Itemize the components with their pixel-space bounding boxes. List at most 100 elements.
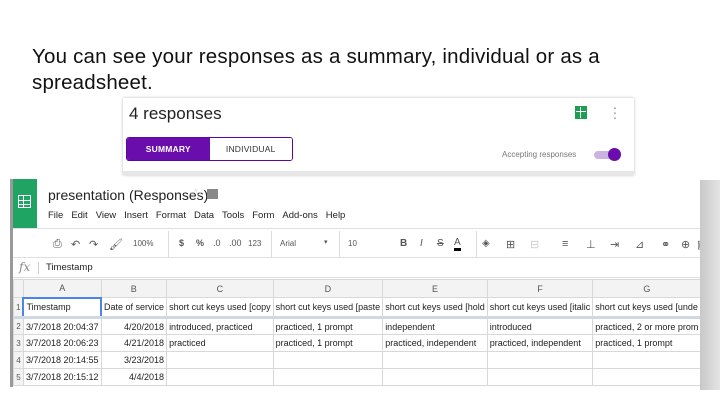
spreadsheet-window: presentation (Responses) ☆ File Edit Vie… xyxy=(10,179,702,387)
formula-value[interactable]: Timestamp xyxy=(46,262,93,273)
menu-insert[interactable]: Insert xyxy=(124,210,148,221)
cell[interactable]: 3/7/2018 20:04:37 xyxy=(22,317,102,335)
text-color-button[interactable]: A xyxy=(454,238,461,251)
document-title[interactable]: presentation (Responses) xyxy=(48,187,208,203)
cell[interactable]: practiced, independent xyxy=(486,334,594,352)
menu-addons[interactable]: Add-ons xyxy=(282,210,317,221)
cell[interactable] xyxy=(592,351,702,369)
menu-tools[interactable]: Tools xyxy=(222,210,244,221)
forms-responses-panel: 4 responses · · · SUMMARY INDIVIDUAL Accep… xyxy=(123,98,634,175)
column-header-f[interactable]: F xyxy=(486,279,594,298)
decrease-decimal-button[interactable]: .0 xyxy=(213,238,221,248)
font-dropdown-icon[interactable]: ▾ xyxy=(324,238,328,246)
font-size-select[interactable]: 10 xyxy=(348,239,357,248)
fx-icon: fx xyxy=(19,260,31,274)
fill-color-icon[interactable]: ◈ xyxy=(482,238,490,249)
column-header-b[interactable]: B xyxy=(100,279,168,298)
menu-edit[interactable]: Edit xyxy=(71,210,87,221)
cell[interactable]: practiced, 1 prompt xyxy=(272,334,384,352)
cell[interactable] xyxy=(166,351,274,369)
cell[interactable]: 3/7/2018 20:06:23 xyxy=(22,334,102,352)
row-number[interactable]: 3 xyxy=(13,334,24,352)
zoom-select[interactable]: 100% xyxy=(133,239,153,248)
italic-button[interactable]: I xyxy=(420,238,423,249)
insert-link-icon[interactable]: ⚭ xyxy=(661,238,670,251)
increase-decimal-button[interactable]: .00 xyxy=(229,238,242,248)
text-rotation-icon[interactable]: ⊿ xyxy=(635,238,644,251)
cell[interactable]: practiced, 1 prompt xyxy=(272,317,384,335)
cell[interactable]: practiced, independent xyxy=(382,334,488,352)
cell[interactable] xyxy=(592,368,702,386)
borders-icon[interactable]: ⊞ xyxy=(506,238,515,251)
percent-button[interactable]: % xyxy=(196,238,204,248)
font-select[interactable]: Arial xyxy=(280,239,296,248)
folder-icon[interactable] xyxy=(207,189,218,199)
column-header-d[interactable]: D xyxy=(272,279,384,298)
column-header-row: A B C D E F G xyxy=(13,279,702,298)
row-number[interactable]: 2 xyxy=(13,317,24,335)
cell[interactable] xyxy=(486,368,594,386)
cell[interactable]: practiced xyxy=(166,334,274,352)
accepting-responses-toggle[interactable] xyxy=(594,148,621,161)
menu-form[interactable]: Form xyxy=(252,210,274,221)
menu-view[interactable]: View xyxy=(96,210,116,221)
cell[interactable]: introduced xyxy=(486,317,594,335)
formula-bar[interactable]: fx Timestamp xyxy=(13,258,702,278)
cell[interactable]: practiced, 2 or more prom xyxy=(592,317,702,335)
horizontal-align-icon[interactable]: ≡ xyxy=(562,238,568,250)
number-format-select[interactable]: 123 xyxy=(248,239,261,248)
sheets-icon[interactable] xyxy=(575,106,587,119)
more-vert-icon[interactable]: · · · xyxy=(612,100,618,124)
cell[interactable] xyxy=(272,368,384,386)
select-all-corner[interactable] xyxy=(13,279,24,298)
menu-bar: File Edit View Insert Format Data Tools … xyxy=(48,210,345,221)
cell[interactable]: 4/4/2018 xyxy=(100,368,168,386)
cell[interactable] xyxy=(272,351,384,369)
menu-file[interactable]: File xyxy=(48,210,63,221)
menu-data[interactable]: Data xyxy=(194,210,214,221)
cell[interactable]: Timestamp xyxy=(22,296,103,319)
row-number[interactable]: 4 xyxy=(13,351,24,369)
column-header-c[interactable]: C xyxy=(166,279,274,298)
cell[interactable]: 4/20/2018 xyxy=(100,317,168,335)
strikethrough-button[interactable]: S xyxy=(437,238,444,249)
cell[interactable] xyxy=(382,351,488,369)
tab-individual[interactable]: INDIVIDUAL xyxy=(209,138,292,160)
cell[interactable]: 4/21/2018 xyxy=(100,334,168,352)
column-header-a[interactable]: A xyxy=(22,279,102,298)
sheets-logo-icon[interactable] xyxy=(13,179,37,228)
star-icon[interactable]: ☆ xyxy=(189,185,202,203)
cell[interactable]: short cut keys used [hold xyxy=(382,297,488,319)
currency-button[interactable]: $ xyxy=(179,238,184,248)
menu-help[interactable]: Help xyxy=(326,210,346,221)
cell[interactable] xyxy=(486,351,594,369)
row-number[interactable]: 5 xyxy=(13,368,24,386)
vertical-align-icon[interactable]: ⊥ xyxy=(586,238,596,251)
text-wrap-icon[interactable]: ⇥ xyxy=(610,238,619,251)
column-header-e[interactable]: E xyxy=(382,279,488,298)
undo-icon[interactable]: ↶ xyxy=(71,238,80,251)
cell[interactable]: independent xyxy=(382,317,488,335)
print-icon[interactable]: ⎙ xyxy=(53,238,62,251)
cell[interactable]: short cut keys used [copy xyxy=(166,297,274,319)
cell[interactable]: 3/7/2018 20:14:55 xyxy=(22,351,102,369)
cell[interactable]: introduced, practiced xyxy=(166,317,274,335)
column-header-g[interactable]: G xyxy=(592,279,702,298)
paint-format-icon[interactable]: 🖌 xyxy=(109,238,123,251)
cell[interactable]: short cut keys used [unde xyxy=(592,297,702,319)
cell[interactable]: 3/7/2018 20:15:12 xyxy=(22,368,102,386)
cell[interactable] xyxy=(166,368,274,386)
redo-icon[interactable]: ↷ xyxy=(89,238,98,251)
cell[interactable]: short cut keys used [paste xyxy=(272,297,384,319)
merge-cells-icon[interactable]: ⊟ xyxy=(530,238,539,251)
bold-button[interactable]: B xyxy=(400,238,407,249)
cell[interactable]: Date of service xyxy=(100,297,168,319)
cell[interactable]: practiced, 1 prompt xyxy=(592,334,702,352)
cell[interactable]: 3/23/2018 xyxy=(100,351,168,369)
insert-comment-icon[interactable]: ⊕ xyxy=(681,238,690,251)
cell[interactable] xyxy=(382,368,488,386)
cell[interactable]: short cut keys used [italic xyxy=(486,297,594,319)
tab-summary[interactable]: SUMMARY xyxy=(127,138,210,160)
row-number[interactable]: 1 xyxy=(13,297,24,319)
menu-format[interactable]: Format xyxy=(156,210,186,221)
